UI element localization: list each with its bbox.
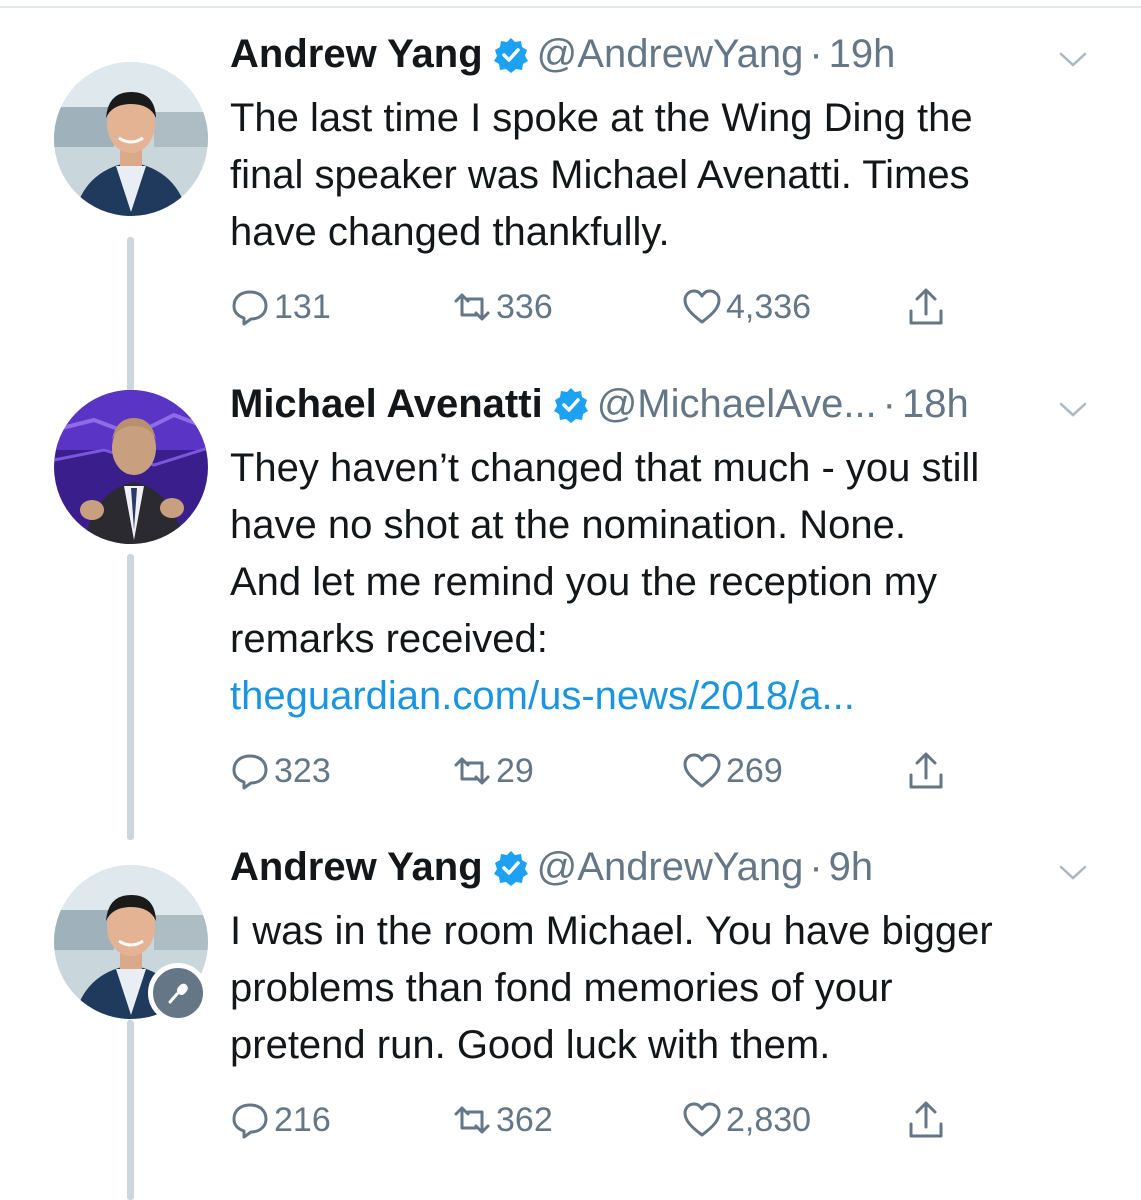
- verified-badge-icon: [553, 387, 589, 423]
- verified-badge-icon: [493, 37, 529, 73]
- heart-icon: [683, 753, 721, 788]
- top-divider: [0, 6, 1141, 8]
- retweet-count: 29: [496, 751, 534, 790]
- retweet-button[interactable]: 362: [452, 1095, 553, 1145]
- timestamp[interactable]: 18h: [902, 382, 969, 426]
- avatar-andrew-yang[interactable]: [54, 62, 208, 216]
- like-button[interactable]: 4,336: [682, 282, 811, 332]
- share-button[interactable]: [906, 282, 946, 332]
- tweet-text-line: final speaker was Michael Avenatti. Time…: [230, 153, 970, 197]
- avatar-michael-avenatti[interactable]: [54, 390, 208, 544]
- tweet-text-line: have changed thankfully.: [230, 210, 670, 254]
- tweet-text: I was in the room Michael. You have bigg…: [230, 903, 1110, 1074]
- tweet-text-line: have no shot at the nomination. None.: [230, 503, 907, 547]
- tweet-header: Andrew Yang @AndrewYang · 9h: [230, 845, 1141, 905]
- article-link[interactable]: theguardian.com/us-news/2018/a...: [230, 668, 1110, 725]
- reply-button[interactable]: 131: [230, 282, 331, 332]
- tweet-text-line: The last time I spoke at the Wing Ding t…: [230, 96, 973, 140]
- reply-count: 131: [274, 287, 331, 326]
- chevron-down-icon[interactable]: [1058, 50, 1088, 70]
- heart-icon: [683, 289, 721, 324]
- share-button[interactable]: [906, 1095, 946, 1145]
- verified-badge-icon: [493, 850, 529, 886]
- tweet-text-line: I was in the room Michael. You have bigg…: [230, 909, 993, 953]
- separator-dot: ·: [809, 32, 823, 76]
- author-handle[interactable]: @MichaelAve...: [597, 382, 877, 426]
- tweet-2[interactable]: Michael Avenatti @MichaelAve... · 18h They…: [0, 382, 1141, 840]
- chevron-down-icon[interactable]: [1058, 400, 1088, 420]
- tweet-text-line: And let me remind you the reception my: [230, 560, 938, 604]
- thread-connector-line: [127, 554, 134, 840]
- microphone-icon: [148, 963, 208, 1023]
- reply-count: 216: [274, 1100, 331, 1139]
- share-icon: [909, 1101, 943, 1138]
- reply-count: 323: [274, 751, 331, 790]
- reply-button[interactable]: 216: [230, 1095, 331, 1145]
- tweet-actions: 131 336 4,336: [230, 282, 970, 332]
- chevron-down-icon[interactable]: [1058, 863, 1088, 883]
- retweet-icon: [454, 293, 490, 321]
- thread-connector-line: [127, 237, 134, 403]
- tweet-text-line: remarks received:: [230, 617, 548, 661]
- author-name[interactable]: Andrew Yang: [230, 32, 483, 76]
- share-icon: [909, 288, 943, 325]
- tweet-text-line: They haven’t changed that much - you sti…: [230, 446, 980, 490]
- timestamp[interactable]: 9h: [829, 845, 874, 889]
- heart-icon: [683, 1102, 721, 1137]
- like-count: 4,336: [726, 287, 812, 326]
- tweet-1[interactable]: Andrew Yang @AndrewYang · 19h The last tim…: [0, 32, 1141, 403]
- retweet-icon: [454, 1106, 490, 1134]
- like-button[interactable]: 2,830: [682, 1095, 811, 1145]
- author-handle[interactable]: @AndrewYang: [537, 845, 804, 889]
- reply-icon: [232, 1103, 268, 1139]
- like-count: 2,830: [726, 1100, 812, 1139]
- thread-connector-line: [127, 1020, 134, 1200]
- separator-dot: ·: [809, 845, 823, 889]
- tweet-actions: 216 362 2,830: [230, 1095, 970, 1145]
- tweet-text-line: pretend run. Good luck with them.: [230, 1023, 831, 1067]
- share-button[interactable]: [906, 746, 946, 796]
- timestamp[interactable]: 19h: [829, 32, 896, 76]
- tweet-3[interactable]: Andrew Yang @AndrewYang · 9h I was in the …: [0, 845, 1141, 1200]
- tweet-text: They haven’t changed that much - you sti…: [230, 440, 1110, 725]
- retweet-button[interactable]: 336: [452, 282, 553, 332]
- tweet-actions: 323 29 269: [230, 746, 970, 796]
- tweet-header: Michael Avenatti @MichaelAve... · 18h: [230, 382, 1141, 442]
- retweet-count: 362: [496, 1100, 553, 1139]
- tweet-text: The last time I spoke at the Wing Ding t…: [230, 90, 1110, 261]
- like-count: 269: [726, 751, 783, 790]
- like-button[interactable]: 269: [682, 746, 783, 796]
- author-name[interactable]: Michael Avenatti: [230, 382, 543, 426]
- separator-dot: ·: [882, 382, 896, 426]
- tweet-header: Andrew Yang @AndrewYang · 19h: [230, 32, 1141, 92]
- retweet-count: 336: [496, 287, 553, 326]
- author-name[interactable]: Andrew Yang: [230, 845, 483, 889]
- reply-icon: [232, 754, 268, 790]
- retweet-icon: [454, 757, 490, 785]
- author-handle[interactable]: @AndrewYang: [537, 32, 804, 76]
- reply-icon: [232, 290, 268, 326]
- retweet-button[interactable]: 29: [452, 746, 534, 796]
- share-icon: [909, 752, 943, 789]
- reply-button[interactable]: 323: [230, 746, 331, 796]
- tweet-text-line: problems than fond memories of your: [230, 966, 893, 1010]
